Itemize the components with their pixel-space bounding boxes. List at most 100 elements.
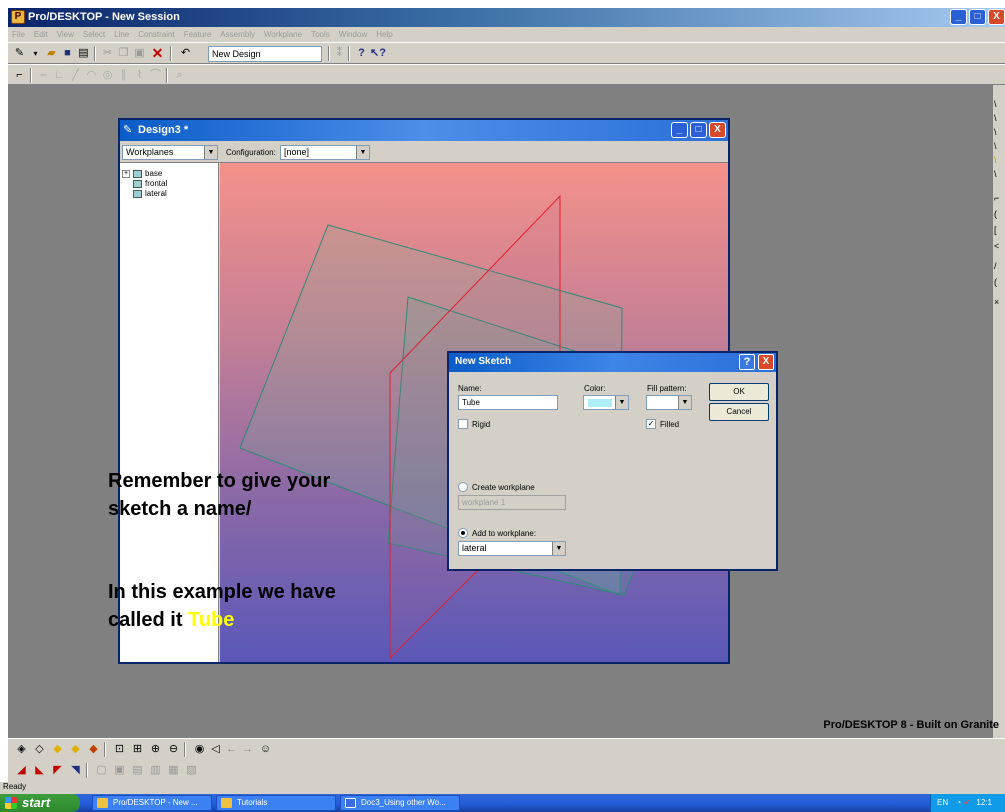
rigid-checkbox[interactable] [458, 419, 468, 429]
measure-icon[interactable]: ⌕ [172, 68, 187, 83]
minimize-button[interactable]: _ [950, 9, 967, 25]
taskbar-item-tutorials[interactable]: Tutorials [216, 795, 336, 811]
palette-tool-icon[interactable]: ⌐ [994, 193, 999, 203]
maximize-button[interactable]: □ [969, 9, 986, 25]
tray-icon[interactable]: ✔ [963, 798, 970, 807]
corner-icon[interactable]: ∟ [52, 68, 67, 83]
offset-icon[interactable]: ⌇ [132, 68, 147, 83]
color-picker[interactable]: ▼ [583, 395, 629, 410]
workplane-select[interactable]: lateral ▼ [458, 541, 566, 556]
diagonal-line-icon[interactable]: ╱ [68, 68, 83, 83]
shaded-icon[interactable]: ◆ [50, 742, 65, 757]
undo-icon[interactable]: ↶ [178, 46, 193, 61]
design-minimize-button[interactable]: _ [671, 122, 688, 138]
start-button[interactable]: start [0, 794, 80, 812]
palette-tool-icon[interactable]: \ [994, 169, 997, 179]
create-workplane-radio[interactable] [458, 482, 468, 492]
tree-expand-icon[interactable]: + [122, 169, 130, 178]
loft-icon[interactable]: ◥ [68, 763, 83, 778]
dialog-help-button[interactable]: ? [739, 354, 755, 370]
palette-tool-icon[interactable]: \ [994, 99, 997, 109]
sketch-name-field[interactable]: Tube [458, 395, 558, 410]
fillet-feature-icon[interactable]: ▣ [112, 763, 127, 778]
help-icon[interactable]: ? [354, 46, 369, 61]
zoom-window-icon[interactable]: ⊞ [130, 742, 145, 757]
palette-tool-icon[interactable]: < [994, 241, 999, 251]
menu-workplane[interactable]: Workplane [264, 30, 302, 39]
add-to-workplane-radio[interactable] [458, 528, 468, 538]
close-button[interactable]: X [988, 9, 1005, 25]
menu-feature[interactable]: Feature [184, 30, 212, 39]
palette-tool-icon[interactable]: [ [994, 225, 997, 235]
shell-icon[interactable]: ▢ [94, 763, 109, 778]
menu-window[interactable]: Window [339, 30, 367, 39]
tree-item-base[interactable]: + base [122, 169, 162, 178]
taskbar-item-prodesktop[interactable]: Pro/DESKTOP - New ... [92, 795, 212, 811]
tree-item-frontal[interactable]: frontal [133, 179, 167, 188]
dialog-close-button[interactable]: X [758, 354, 774, 370]
paste-icon[interactable]: ▣ [132, 46, 147, 61]
chamfer-icon[interactable]: ▤ [130, 763, 145, 778]
taskbar-item-doc3[interactable]: Doc3_Using other Wo... [340, 795, 460, 811]
view-orient-icon[interactable]: ◉ [192, 742, 207, 757]
palette-tool-icon[interactable]: × [994, 297, 999, 307]
palette-tool-icon[interactable]: ( [994, 277, 997, 287]
zoom-out-icon[interactable]: ⊖ [166, 742, 181, 757]
arc-icon[interactable]: ◠ [84, 68, 99, 83]
cancel-button[interactable]: Cancel [709, 403, 769, 421]
rotate-left-icon[interactable]: ◁ [208, 742, 223, 757]
dropdown-arrow-icon[interactable]: ▾ [28, 46, 43, 61]
menu-line[interactable]: Line [114, 30, 129, 39]
ok-button[interactable]: OK [709, 383, 769, 401]
tray-icon[interactable]: ◔ [956, 798, 961, 807]
revolve-icon[interactable]: ◣ [32, 763, 47, 778]
fill-pattern-select[interactable]: ▼ [646, 395, 692, 410]
arrow-left-icon[interactable]: ← [224, 742, 239, 757]
design-close-button[interactable]: X [709, 122, 726, 138]
copy-icon[interactable]: ❐ [116, 46, 131, 61]
tree-item-lateral[interactable]: lateral [133, 189, 167, 198]
reset-view-icon[interactable]: ☺ [258, 742, 273, 757]
properties-icon[interactable]: ⁑ [332, 46, 347, 61]
filled-checkbox[interactable]: ✓ [646, 419, 656, 429]
menu-help[interactable]: Help [376, 30, 392, 39]
configuration-select[interactable]: [none] ▼ [280, 145, 370, 160]
palette-tool-icon[interactable]: / [994, 261, 997, 271]
menu-constraint[interactable]: Constraint [138, 30, 174, 39]
palette-tool-icon[interactable]: ( [994, 209, 997, 219]
circle-icon[interactable]: ◎ [100, 68, 115, 83]
print-icon[interactable]: ▤ [76, 46, 91, 61]
fillet-icon[interactable]: ⌒ [148, 68, 163, 83]
menu-assembly[interactable]: Assembly [220, 30, 255, 39]
menu-edit[interactable]: Edit [34, 30, 48, 39]
mirror-icon[interactable]: ▦ [166, 763, 181, 778]
menu-file[interactable]: File [12, 30, 25, 39]
zoom-fit-icon[interactable]: ⊡ [112, 742, 127, 757]
design-maximize-button[interactable]: □ [690, 122, 707, 138]
wireframe-icon[interactable]: ◈ [14, 742, 29, 757]
pencil-icon[interactable]: ✎ [12, 46, 27, 61]
extrude-icon[interactable]: ◢ [14, 763, 29, 778]
menu-select[interactable]: Select [83, 30, 105, 39]
palette-tool-icon[interactable]: \ [994, 141, 997, 151]
zoom-in-icon[interactable]: ⊕ [148, 742, 163, 757]
undo-history-field[interactable]: New Design [208, 46, 322, 62]
palette-tool-icon[interactable]: \ [994, 155, 997, 165]
delete-icon[interactable]: ✕ [150, 46, 165, 61]
palette-tool-icon[interactable]: \ [994, 113, 997, 123]
context-help-icon[interactable]: ↖? [370, 46, 386, 61]
line-icon[interactable]: ⎯ [36, 68, 51, 83]
language-indicator[interactable]: EN [937, 798, 948, 807]
palette-tool-icon[interactable]: \ [994, 127, 997, 137]
select-icon[interactable]: ⌐ [12, 68, 27, 83]
save-icon[interactable]: ■ [60, 46, 75, 61]
parallel-icon[interactable]: ∥ [116, 68, 131, 83]
render-icon[interactable]: ◆ [86, 742, 101, 757]
browser-select[interactable]: Workplanes ▼ [122, 145, 218, 160]
cut-icon[interactable]: ✂ [100, 46, 115, 61]
hidden-line-icon[interactable]: ◇ [32, 742, 47, 757]
open-folder-icon[interactable]: ▰ [44, 46, 59, 61]
arrow-right-icon[interactable]: → [240, 742, 255, 757]
shaded-edges-icon[interactable]: ◆ [68, 742, 83, 757]
menu-tools[interactable]: Tools [311, 30, 330, 39]
